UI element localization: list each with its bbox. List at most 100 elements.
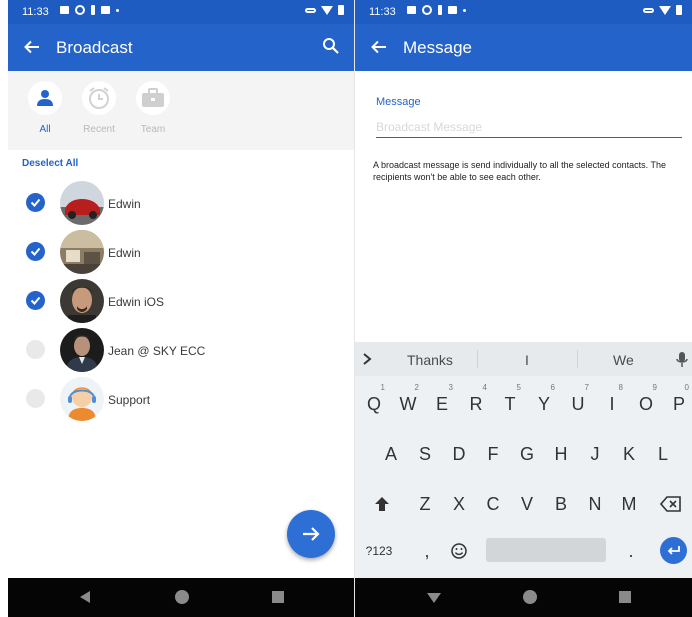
checkmark-icon [30, 296, 41, 305]
more-notifications-icon [463, 8, 466, 12]
key-h[interactable]: H [548, 439, 574, 469]
back-arrow-icon[interactable] [369, 37, 389, 57]
contact-row[interactable]: Support [8, 374, 354, 423]
key-n[interactable]: N [582, 489, 608, 519]
checkmark-icon [30, 247, 41, 256]
key-v[interactable]: V [514, 489, 540, 519]
page-title: Broadcast [56, 38, 133, 57]
emoji-key[interactable] [447, 536, 471, 566]
deselect-all-link[interactable]: Deselect All [22, 158, 78, 169]
suggestion-2[interactable]: I [525, 352, 529, 368]
checkbox-unchecked[interactable] [26, 389, 45, 408]
message-screen: 11:33 Message Message A broadcast messag… [355, 0, 692, 617]
app-bar: Broadcast [8, 24, 354, 71]
status-bar: 11:33 [355, 0, 692, 24]
tab-all[interactable]: All [25, 81, 65, 135]
nav-back-icon[interactable] [80, 591, 90, 603]
wifi-icon [659, 5, 671, 15]
key-e[interactable]: E3 [429, 383, 455, 419]
key-w[interactable]: W2 [395, 383, 421, 419]
key-i[interactable]: I8 [599, 383, 625, 419]
backspace-key[interactable] [656, 489, 686, 519]
notification-icons [407, 5, 466, 15]
battery-icon [338, 5, 344, 15]
link-icon [643, 7, 654, 13]
enter-arrow-icon [667, 545, 680, 555]
backspace-icon [659, 496, 681, 512]
key-c[interactable]: C [480, 489, 506, 519]
avatar [60, 377, 104, 421]
contact-list: Edwin Edwin Edwin iOS Jean @ SKY ECC Sup… [8, 178, 354, 423]
sync-icon [422, 5, 432, 15]
checkbox-checked[interactable] [26, 291, 45, 310]
microphone-icon[interactable] [676, 351, 688, 368]
period-key[interactable]: . [621, 536, 641, 566]
symbols-key[interactable]: ?123 [359, 536, 399, 566]
suggestion-1[interactable]: Thanks [407, 352, 453, 368]
nav-hide-keyboard-icon[interactable] [427, 593, 441, 603]
key-u[interactable]: U7 [565, 383, 591, 419]
shift-key[interactable] [368, 489, 396, 519]
arrow-right-icon [303, 527, 320, 541]
space-key[interactable] [486, 538, 606, 562]
key-k[interactable]: K [616, 439, 642, 469]
contact-name: Edwin [108, 246, 141, 260]
person-icon [37, 90, 53, 106]
broadcast-message-input[interactable] [376, 116, 682, 138]
key-q[interactable]: Q1 [361, 383, 387, 419]
key-p[interactable]: P0 [667, 383, 691, 419]
enter-key[interactable] [660, 537, 687, 564]
wifi-icon [321, 5, 333, 15]
broadcast-help-text: A broadcast message is send individually… [373, 160, 667, 182]
key-t[interactable]: T5 [497, 383, 523, 419]
contact-name: Support [108, 393, 151, 407]
contact-row[interactable]: Edwin [8, 227, 354, 276]
sync-icon [75, 5, 85, 15]
back-arrow-icon[interactable] [22, 37, 42, 57]
search-icon[interactable] [322, 37, 340, 55]
key-o[interactable]: O9 [633, 383, 659, 419]
checkmark-icon [30, 198, 41, 207]
more-notifications-icon [116, 8, 119, 12]
checkbox-checked[interactable] [26, 242, 45, 261]
contact-row[interactable]: Jean @ SKY ECC [8, 325, 354, 374]
system-icons [305, 5, 344, 15]
checkbox-unchecked[interactable] [26, 340, 45, 359]
nav-home-icon[interactable] [175, 590, 189, 604]
key-b[interactable]: B [548, 489, 574, 519]
key-m[interactable]: M [616, 489, 642, 519]
contact-row[interactable]: Edwin [8, 178, 354, 227]
avatar [60, 279, 104, 323]
checkbox-checked[interactable] [26, 193, 45, 212]
suggestion-bar: Thanks I We [355, 342, 692, 376]
notification-icons [60, 5, 119, 15]
key-g[interactable]: G [514, 439, 540, 469]
key-x[interactable]: X [446, 489, 472, 519]
comma-key[interactable]: , [417, 536, 437, 566]
briefcase-icon [142, 88, 164, 107]
tab-team[interactable]: Team [133, 81, 173, 135]
key-r[interactable]: R4 [463, 383, 489, 419]
download-icon [438, 5, 442, 15]
nav-recent-apps-icon[interactable] [272, 591, 284, 603]
key-y[interactable]: Y6 [531, 383, 557, 419]
nav-home-icon[interactable] [523, 590, 537, 604]
suggestion-3[interactable]: We [613, 352, 634, 368]
tab-recent[interactable]: Recent [79, 81, 119, 135]
key-l[interactable]: L [650, 439, 676, 469]
key-z[interactable]: Z [412, 489, 438, 519]
avatar [60, 230, 104, 274]
system-nav-bar [8, 578, 354, 617]
chevron-right-icon[interactable] [361, 352, 373, 366]
message-icon [448, 6, 457, 14]
next-button[interactable] [287, 510, 335, 558]
key-d[interactable]: D [446, 439, 472, 469]
contact-row[interactable]: Edwin iOS [8, 276, 354, 325]
key-j[interactable]: J [582, 439, 608, 469]
key-f[interactable]: F [480, 439, 506, 469]
key-s[interactable]: S [412, 439, 438, 469]
system-nav-bar [355, 578, 692, 617]
nav-recent-apps-icon[interactable] [619, 591, 631, 603]
key-a[interactable]: A [378, 439, 404, 469]
message-field-label: Message [376, 96, 421, 108]
